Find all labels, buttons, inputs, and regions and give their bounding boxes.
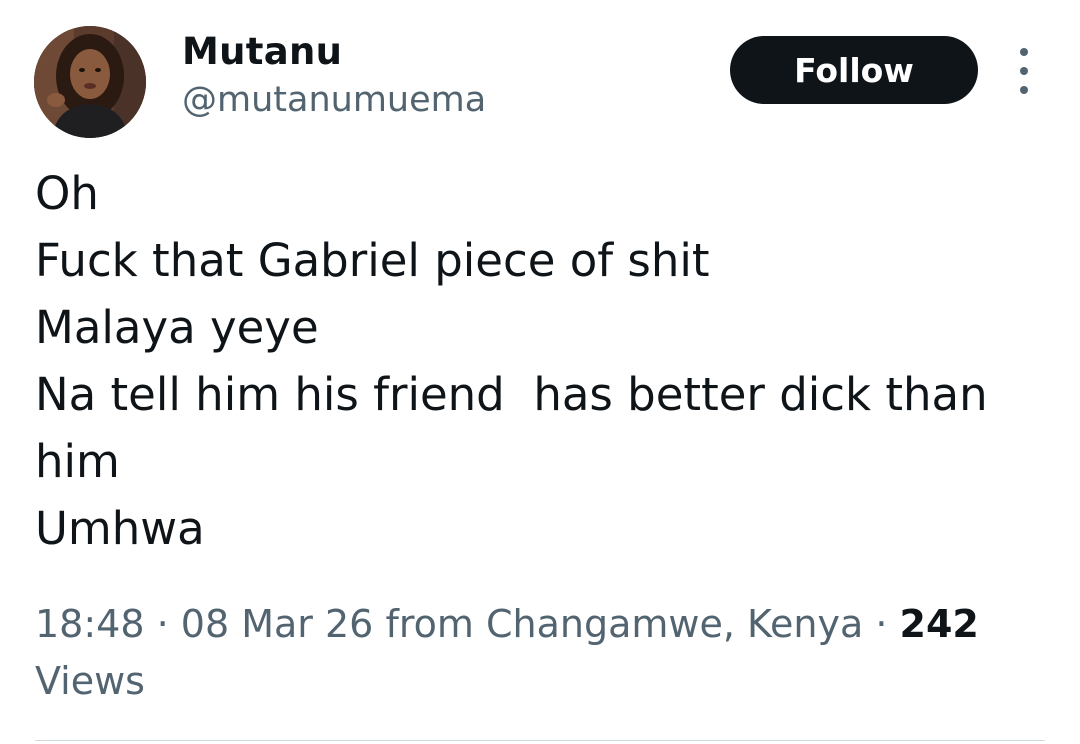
avatar[interactable] bbox=[34, 26, 146, 138]
tweet-line: Na tell him his friend has better dick t… bbox=[35, 368, 988, 421]
tweet-line: Malaya yeye bbox=[35, 301, 319, 354]
meta-separator: · bbox=[875, 602, 888, 646]
tweet-time[interactable]: 18:48 bbox=[35, 602, 145, 646]
more-vertical-icon-dot bbox=[1020, 86, 1028, 94]
tweet-location: from Changamwe, Kenya bbox=[385, 602, 864, 646]
divider bbox=[35, 740, 1045, 741]
follow-button[interactable]: Follow bbox=[730, 36, 978, 104]
tweet-meta: 18:48 · 08 Mar 26 from Changamwe, Kenya … bbox=[35, 596, 1035, 710]
tweet-line: Oh bbox=[35, 167, 99, 220]
avatar-image bbox=[34, 26, 146, 138]
tweet-line: Umhwa bbox=[35, 502, 205, 555]
tweet-line: Fuck that Gabriel piece of shit bbox=[35, 234, 710, 287]
views-label[interactable]: Views bbox=[35, 659, 145, 703]
more-options-button[interactable] bbox=[1008, 48, 1040, 94]
tweet-text: Oh Fuck that Gabriel piece of shit Malay… bbox=[35, 160, 1045, 562]
tweet-date[interactable]: 08 Mar 26 bbox=[181, 602, 374, 646]
more-vertical-icon-dot bbox=[1020, 67, 1028, 75]
more-vertical-icon bbox=[1020, 48, 1028, 56]
author-handle[interactable]: @mutanumuema bbox=[182, 80, 486, 120]
views-count[interactable]: 242 bbox=[900, 602, 979, 646]
author-display-name[interactable]: Mutanu bbox=[182, 30, 342, 73]
meta-separator: · bbox=[156, 602, 169, 646]
tweet-line: him bbox=[35, 435, 120, 488]
